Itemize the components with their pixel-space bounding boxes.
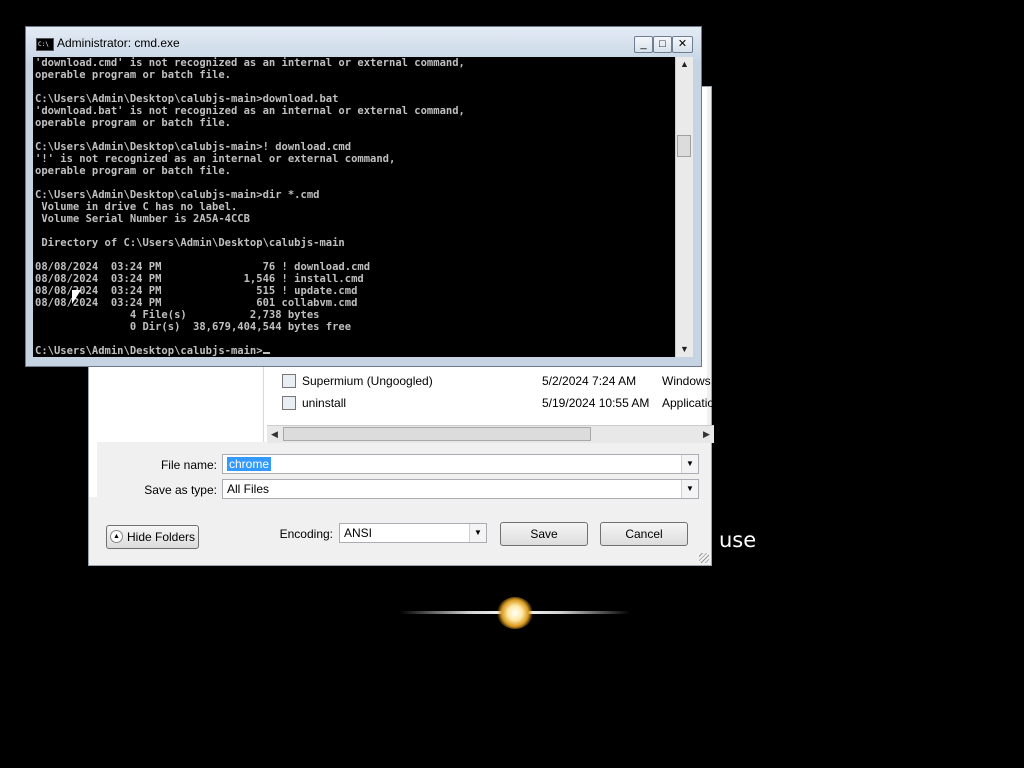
- command-prompt: C:\Users\Admin\Desktop\calubjs-main>: [35, 345, 263, 357]
- file-row[interactable]: uninstall 5/19/2024 10:55 AM Applicatio: [282, 393, 722, 413]
- chevron-down-icon[interactable]: ▼: [681, 455, 698, 473]
- scroll-thumb[interactable]: [283, 427, 591, 441]
- scroll-down-icon[interactable]: ▼: [676, 342, 693, 357]
- file-name: Supermium (Ungoogled): [302, 374, 433, 388]
- chevron-down-icon[interactable]: ▼: [681, 480, 698, 498]
- file-type: Applicatio: [662, 396, 715, 410]
- vertical-scrollbar[interactable]: ▲ ▼: [675, 57, 693, 357]
- chevron-down-icon[interactable]: ▼: [469, 524, 486, 542]
- scroll-up-icon[interactable]: ▲: [676, 57, 693, 72]
- scroll-left-icon[interactable]: ◀: [267, 427, 282, 442]
- file-name-label: File name:: [160, 458, 217, 472]
- horizontal-scrollbar[interactable]: ◀ ▶: [267, 425, 714, 443]
- file-name: uninstall: [302, 396, 347, 410]
- maximize-button[interactable]: □: [653, 36, 672, 53]
- file-name-field[interactable]: chrome ▼: [222, 454, 699, 474]
- save-as-type-value: All Files: [227, 482, 270, 496]
- save-as-type-select[interactable]: All Files ▼: [222, 479, 699, 499]
- encoding-select[interactable]: ANSI ▼: [339, 523, 487, 543]
- cmd-app-icon: C:\: [36, 38, 54, 51]
- cmd-titlebar[interactable]: C:\ Administrator: cmd.exe _ □ ✕: [26, 27, 701, 61]
- overlay-text: use: [719, 528, 757, 552]
- resize-grip-icon[interactable]: [699, 553, 709, 563]
- application-icon: [282, 396, 296, 410]
- file-date: 5/2/2024 7:24 AM: [542, 374, 637, 388]
- text-cursor: [262, 352, 270, 354]
- scroll-thumb[interactable]: [677, 135, 691, 157]
- encoding-label: Encoding:: [279, 527, 333, 541]
- save-button[interactable]: Save: [500, 522, 588, 546]
- console-output[interactable]: 'download.cmd' is not recognized as an i…: [33, 57, 682, 357]
- save-as-type-label: Save as type:: [144, 483, 217, 497]
- encoding-value: ANSI: [344, 526, 373, 540]
- shortcut-icon: [282, 374, 296, 388]
- minimize-button[interactable]: _: [634, 36, 653, 53]
- cancel-button[interactable]: Cancel: [600, 522, 688, 546]
- hide-folders-button[interactable]: ▲ Hide Folders: [106, 525, 199, 549]
- file-name-value: chrome: [227, 457, 272, 471]
- file-type: Windows: [662, 374, 711, 388]
- close-button[interactable]: ✕: [672, 36, 693, 53]
- cmd-window: C:\ Administrator: cmd.exe _ □ ✕ 'downlo…: [25, 26, 702, 367]
- hide-folders-label: Hide Folders: [127, 530, 196, 544]
- console-text: 'download.cmd' is not recognized as an i…: [35, 57, 465, 357]
- mouse-pointer-icon: [72, 290, 81, 304]
- light-flare: [400, 595, 630, 631]
- file-date: 5/19/2024 10:55 AM: [542, 396, 650, 410]
- window-title: Administrator: cmd.exe: [57, 36, 180, 50]
- scroll-right-icon[interactable]: ▶: [699, 427, 714, 442]
- chevron-up-icon: ▲: [110, 530, 123, 543]
- file-row[interactable]: Supermium (Ungoogled) 5/2/2024 7:24 AM W…: [282, 371, 722, 391]
